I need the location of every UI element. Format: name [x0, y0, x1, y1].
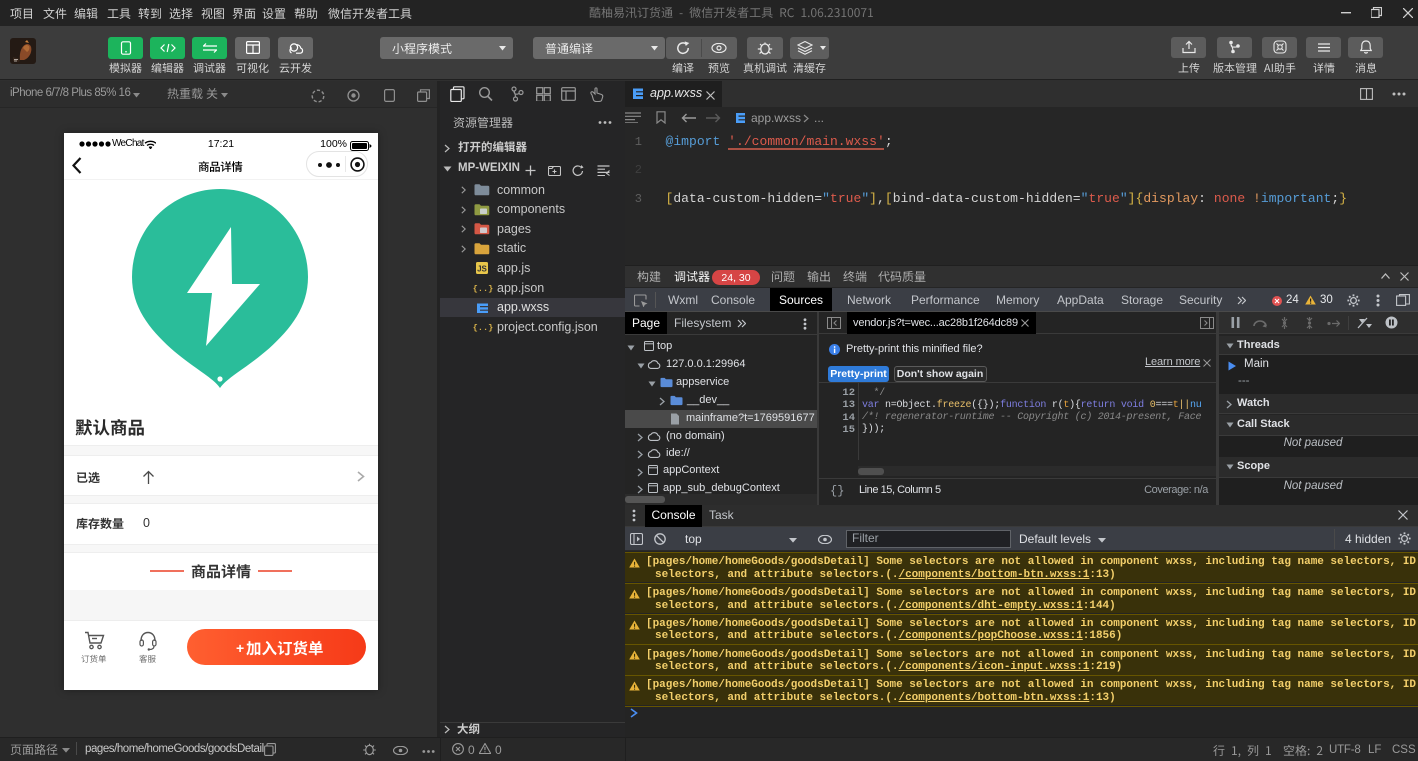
svg-text:{..}: {..}: [473, 323, 493, 333]
svg-text:JS: JS: [477, 265, 487, 274]
svg-text:{..}: {..}: [473, 284, 493, 294]
